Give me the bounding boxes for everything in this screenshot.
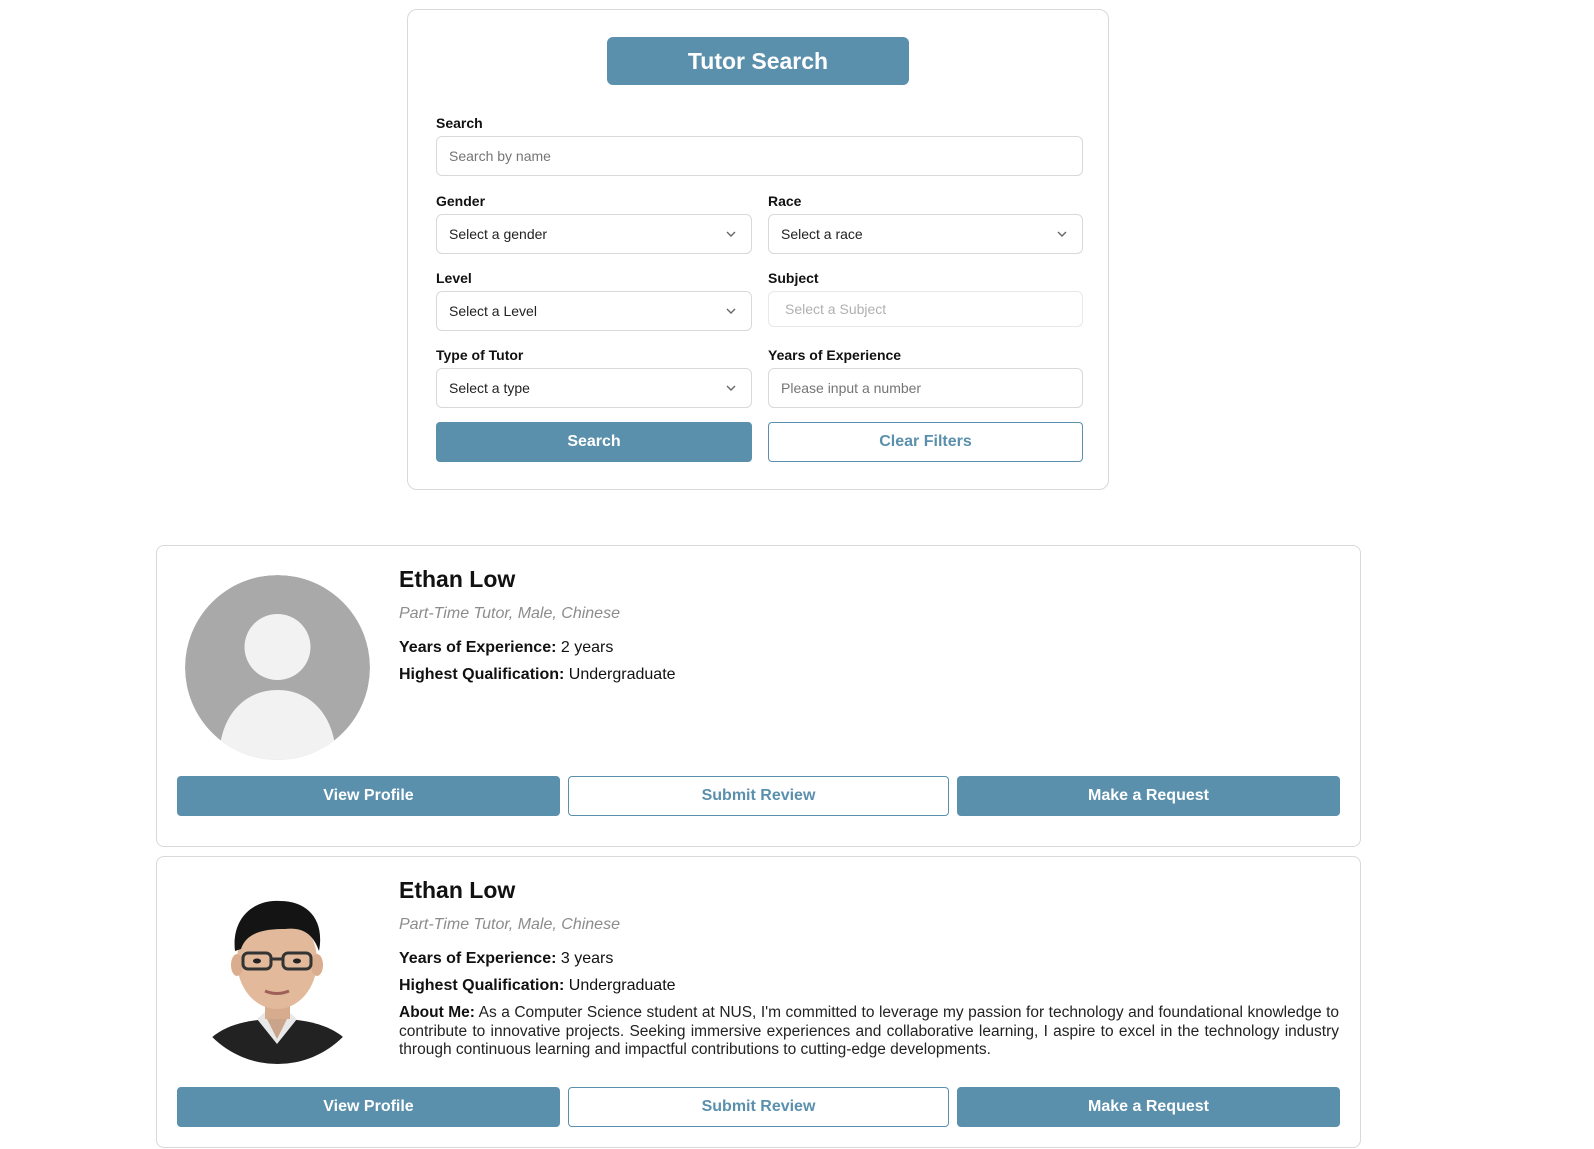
- tutor-search-panel: Tutor Search Search Gender Select a gend…: [407, 9, 1109, 490]
- experience-label: Years of Experience: [768, 347, 902, 363]
- search-button[interactable]: Search: [436, 422, 752, 462]
- level-select[interactable]: Select a Level: [436, 291, 752, 331]
- make-request-button[interactable]: Make a Request: [957, 1087, 1340, 1127]
- tutor-name: Ethan Low: [399, 566, 516, 592]
- experience-value: 3 years: [560, 950, 614, 967]
- about-label: About Me:: [399, 1004, 475, 1021]
- make-request-button[interactable]: Make a Request: [957, 776, 1340, 816]
- qualification-line: Highest Qualification: Undergraduate: [399, 977, 676, 995]
- search-label: Search: [436, 115, 483, 131]
- tutor-meta: Part-Time Tutor, Male, Chinese: [399, 605, 620, 622]
- clear-filters-button[interactable]: Clear Filters: [768, 422, 1083, 462]
- chevron-down-icon: [726, 231, 736, 237]
- page-title: Tutor Search: [607, 37, 909, 85]
- tutor-card: Ethan Low Part-Time Tutor, Male, Chinese…: [156, 545, 1361, 847]
- submit-review-button[interactable]: Submit Review: [568, 1087, 949, 1127]
- race-label: Race: [768, 193, 802, 209]
- experience-value: 2 years: [560, 639, 614, 656]
- level-select-value: Select a Level: [449, 303, 537, 319]
- default-avatar-icon: [185, 575, 370, 760]
- experience-input[interactable]: [768, 368, 1083, 408]
- about-me: About Me: As a Computer Science student …: [399, 1004, 1339, 1060]
- experience-line: Years of Experience: 2 years: [399, 639, 613, 657]
- qualification-value: Undergraduate: [568, 977, 676, 994]
- gender-label: Gender: [436, 193, 486, 209]
- subject-label: Subject: [768, 270, 819, 286]
- gender-select[interactable]: Select a gender: [436, 214, 752, 254]
- subject-select[interactable]: Select a Subject: [768, 291, 1083, 327]
- gender-select-value: Select a gender: [449, 226, 548, 242]
- qualification-label: Highest Qualification:: [399, 977, 565, 994]
- portrait-photo: [185, 879, 370, 1064]
- race-select[interactable]: Select a race: [768, 214, 1083, 254]
- qualification-value: Undergraduate: [568, 666, 676, 683]
- subject-select-placeholder: Select a Subject: [785, 301, 887, 317]
- about-text: As a Computer Science student at NUS, I'…: [399, 1004, 1339, 1059]
- view-profile-button[interactable]: View Profile: [177, 1087, 560, 1127]
- experience-line: Years of Experience: 3 years: [399, 950, 613, 968]
- qualification-line: Highest Qualification: Undergraduate: [399, 666, 676, 684]
- tutor-meta: Part-Time Tutor, Male, Chinese: [399, 916, 620, 933]
- view-profile-button[interactable]: View Profile: [177, 776, 560, 816]
- tutor-type-label: Type of Tutor: [436, 347, 524, 363]
- chevron-down-icon: [726, 385, 736, 391]
- chevron-down-icon: [726, 308, 736, 314]
- tutor-type-select-value: Select a type: [449, 380, 530, 396]
- tutor-card: Ethan Low Part-Time Tutor, Male, Chinese…: [156, 856, 1361, 1148]
- search-input[interactable]: [436, 136, 1083, 176]
- tutor-type-select[interactable]: Select a type: [436, 368, 752, 408]
- level-label: Level: [436, 270, 472, 286]
- submit-review-button[interactable]: Submit Review: [568, 776, 949, 816]
- race-select-value: Select a race: [781, 226, 863, 242]
- experience-label: Years of Experience:: [399, 639, 557, 656]
- chevron-down-icon: [1057, 231, 1067, 237]
- qualification-label: Highest Qualification:: [399, 666, 565, 683]
- tutor-name: Ethan Low: [399, 877, 516, 903]
- experience-label: Years of Experience:: [399, 950, 557, 967]
